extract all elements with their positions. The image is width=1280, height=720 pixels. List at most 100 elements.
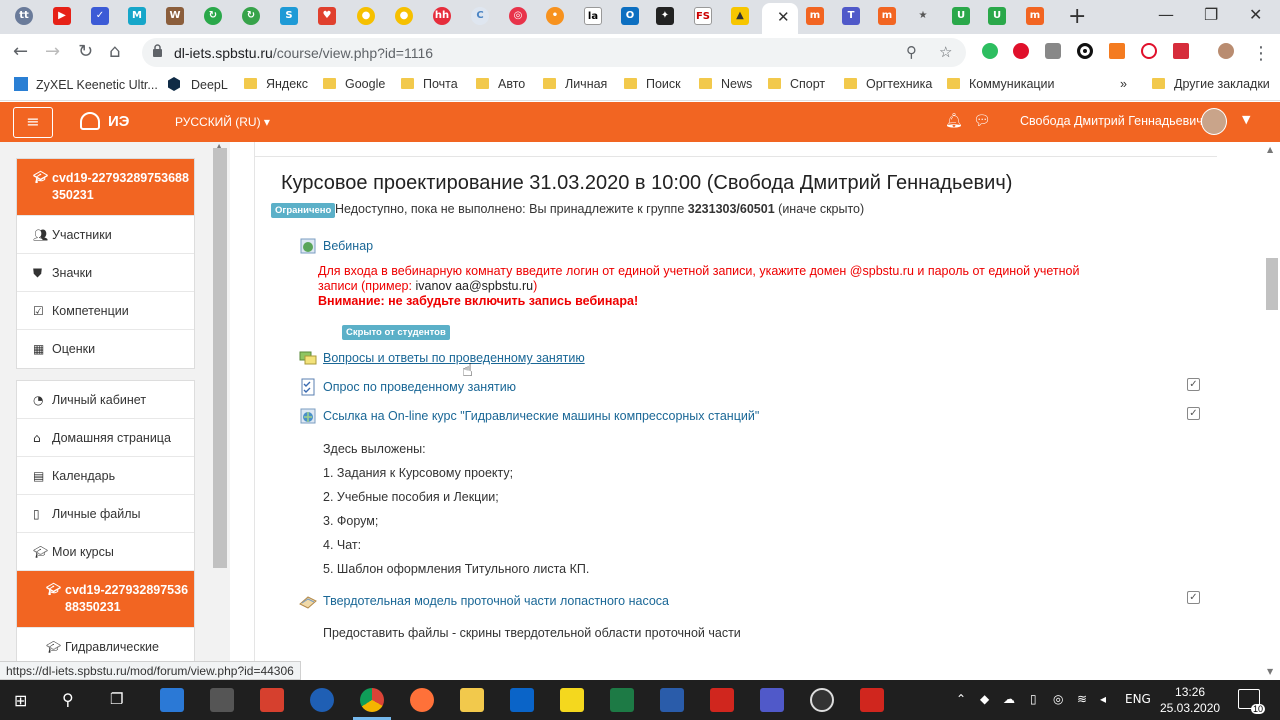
tab-favicon[interactable]: la <box>584 7 602 25</box>
nav-item-grades[interactable]: ▦ Оценки <box>17 330 194 368</box>
bookmark-folder[interactable]: Яндекс <box>244 77 308 91</box>
bookmark-folder[interactable]: Оргтехника <box>844 77 932 91</box>
tab-favicon[interactable]: ↻ <box>204 7 222 25</box>
back-icon[interactable]: ← <box>13 41 28 62</box>
profile-avatar[interactable] <box>1218 43 1234 59</box>
tab-favicon[interactable]: • <box>546 7 564 25</box>
new-tab-icon[interactable]: + <box>1068 4 1086 29</box>
zoom-icon[interactable]: ⚲ <box>906 43 917 61</box>
tab-favicon[interactable]: ✓ <box>91 7 109 25</box>
tab-favicon[interactable]: U <box>988 7 1006 25</box>
windows-start-icon[interactable]: ⊞ <box>14 691 27 710</box>
site-logo[interactable]: ИЭ <box>80 112 129 130</box>
tab-favicon[interactable]: m <box>878 7 896 25</box>
drawer-toggle-button[interactable]: ≡ <box>13 107 53 138</box>
completion-checkbox[interactable]: ✓ <box>1187 378 1200 391</box>
user-avatar[interactable] <box>1201 108 1227 135</box>
bookmark-deepl[interactable]: DeepL <box>168 77 228 92</box>
tab-favicon[interactable]: FS <box>694 7 712 25</box>
tab-favicon[interactable]: m <box>1026 7 1044 25</box>
active-tab[interactable]: ✕ <box>762 3 798 34</box>
red-extension-icon[interactable] <box>1141 43 1157 59</box>
nav-item-calendar[interactable]: ▤ Календарь <box>17 457 194 495</box>
activity-link[interactable]: Твердотельная модель проточной части лоп… <box>323 594 669 608</box>
tab-favicon[interactable]: ♥ <box>318 7 336 25</box>
nav-item-badges[interactable]: ⛊ Значки <box>17 254 194 292</box>
activity-link[interactable]: Вопросы и ответы по проведенному занятию <box>323 351 585 365</box>
tab-favicon[interactable]: ▶ <box>53 7 71 25</box>
chevron-down-icon[interactable]: ▼ <box>1242 113 1250 126</box>
tab-favicon[interactable]: tt <box>15 7 33 25</box>
scroll-down-icon[interactable]: ▼ <box>1267 667 1273 676</box>
tab-favicon[interactable]: U <box>952 7 970 25</box>
pdf-app-icon[interactable] <box>710 688 734 712</box>
tab-favicon[interactable]: ★ <box>914 7 932 25</box>
address-bar[interactable]: dl-iets.spbstu.ru/course/view.php?id=111… <box>142 38 966 67</box>
nav-item-course[interactable]: 🎓︎ cvd19-22793289753688350231 <box>17 159 194 216</box>
bookmark-folder[interactable]: Спорт <box>768 77 825 91</box>
bookmark-folder[interactable]: Авто <box>476 77 525 91</box>
tab-favicon[interactable]: T <box>842 7 860 25</box>
tab-favicon[interactable]: S <box>280 7 298 25</box>
close-tab-icon[interactable]: ✕ <box>777 8 790 26</box>
dropbox-icon[interactable]: ◆ <box>980 692 989 706</box>
nav-item-my-courses[interactable]: 🎓︎ Мои курсы <box>17 533 194 571</box>
drawer-scrollbar[interactable] <box>213 148 227 568</box>
language-indicator[interactable]: ENG <box>1125 692 1151 706</box>
tab-favicon[interactable]: hh <box>433 7 451 25</box>
shield-extension-icon[interactable] <box>1045 43 1061 59</box>
language-menu[interactable]: РУССКИЙ (RU) ▾ <box>175 115 270 129</box>
bookmark-folder[interactable]: Google <box>323 77 385 91</box>
nav-item-dashboard[interactable]: ◔ Личный кабинет <box>17 381 194 419</box>
evernote-icon[interactable] <box>982 43 998 59</box>
activity-link[interactable]: Опрос по проведенному занятию <box>323 380 516 394</box>
nav-item-my-course-active[interactable]: 🎓︎ cvd19-22793289753688350231 <box>17 571 194 628</box>
defender-app-icon[interactable] <box>310 688 334 712</box>
tab-favicon[interactable]: O <box>621 7 639 25</box>
obs-app-icon[interactable] <box>810 688 834 712</box>
task-view-icon[interactable]: ❐ <box>110 690 123 708</box>
bookmark-zyxel[interactable]: ZyXEL Keenetic Ultr... <box>14 77 158 92</box>
messages-icon[interactable]: 💬︎ <box>973 113 991 129</box>
tab-favicon[interactable]: m <box>806 7 824 25</box>
completion-checkbox[interactable]: ✓ <box>1187 591 1200 604</box>
notifications-icon[interactable]: 10 <box>1238 689 1265 714</box>
scroll-up-icon[interactable]: ▲ <box>1267 145 1273 154</box>
volume-icon[interactable]: ◂ <box>1100 692 1106 706</box>
wifi-icon[interactable]: ≋ <box>1077 692 1087 706</box>
activity-link[interactable]: Ссылка на On-line курс "Гидравлические м… <box>323 409 759 423</box>
bookmark-folder[interactable]: Личная <box>543 77 607 91</box>
bookmarks-overflow[interactable]: » <box>1120 77 1127 91</box>
teams-app-icon[interactable] <box>760 688 784 712</box>
battery-icon[interactable]: ▯ <box>1030 692 1037 706</box>
nav-item-participants[interactable]: 👥︎ Участники <box>17 216 194 254</box>
bookmark-other[interactable]: Другие закладки <box>1152 77 1270 91</box>
restore-icon[interactable]: ❐ <box>1204 5 1218 24</box>
close-window-icon[interactable]: ✕ <box>1249 5 1262 24</box>
calendar-app-icon[interactable] <box>160 688 184 712</box>
completion-checkbox[interactable]: ✓ <box>1187 407 1200 420</box>
explorer-app-icon[interactable] <box>460 688 484 712</box>
tab-favicon[interactable]: C <box>471 7 489 25</box>
tab-favicon[interactable]: ✦ <box>656 7 674 25</box>
bookmark-folder[interactable]: Почта <box>401 77 458 91</box>
user-name[interactable]: Свобода Дмитрий Геннадьевич <box>1020 114 1203 128</box>
bookmark-folder[interactable]: Поиск <box>624 77 681 91</box>
network-icon[interactable]: ◎ <box>1053 692 1063 706</box>
grid-extension-icon[interactable] <box>1173 43 1189 59</box>
bookmark-folder[interactable]: Коммуникации <box>947 77 1055 91</box>
tab-favicon[interactable]: ● <box>357 7 375 25</box>
minimize-icon[interactable]: — <box>1158 5 1174 24</box>
reload-icon[interactable]: ↻ <box>78 41 93 62</box>
firefox-app-icon[interactable] <box>410 688 434 712</box>
word-app-icon[interactable] <box>660 688 684 712</box>
excel-app-icon[interactable] <box>610 688 634 712</box>
chrome-app-icon[interactable] <box>360 688 384 712</box>
forward-icon[interactable]: → <box>45 41 60 62</box>
tray-expand-icon[interactable]: ⌃ <box>956 692 966 706</box>
tab-favicon[interactable]: ◎ <box>509 7 527 25</box>
tab-favicon[interactable]: M <box>128 7 146 25</box>
nav-item-competencies[interactable]: ☑ Компетенции <box>17 292 194 330</box>
nav-item-private-files[interactable]: ▯ Личные файлы <box>17 495 194 533</box>
tab-favicon[interactable]: ↻ <box>242 7 260 25</box>
